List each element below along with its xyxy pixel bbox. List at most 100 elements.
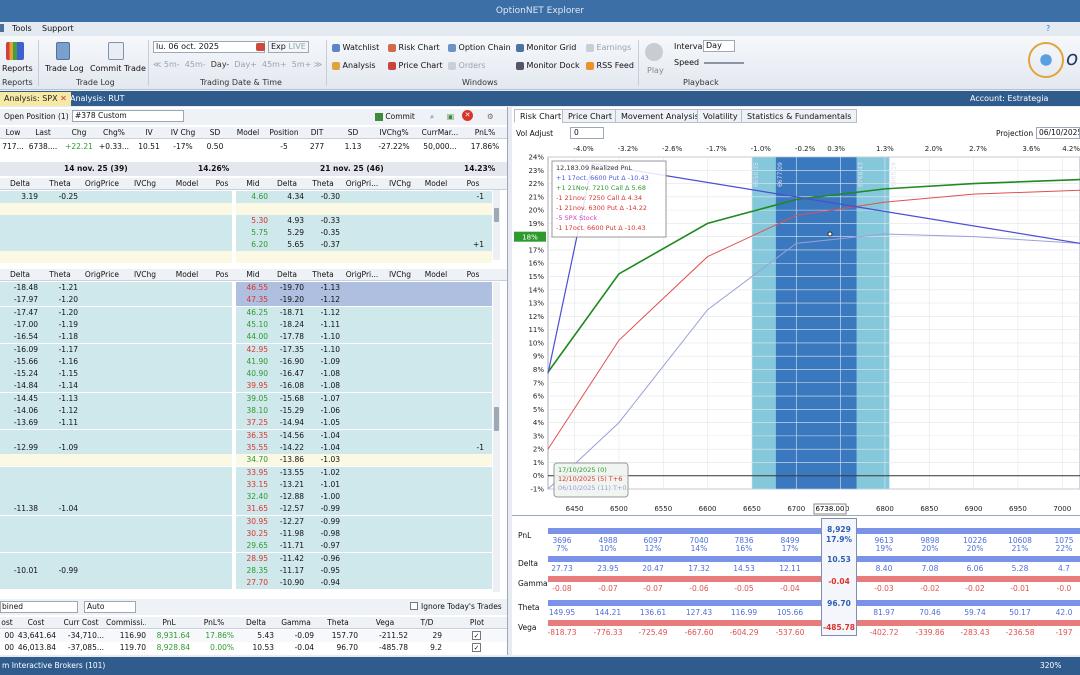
table-row: 31.65 -12.57 -0.99 [236,503,492,516]
x-tick-label: 6650 [743,505,761,513]
put-theta [42,430,78,442]
put-theta: -0.96 [320,553,340,563]
tab-volatility[interactable]: Volatility [697,109,744,123]
combined-select[interactable]: bined [0,601,78,613]
scroll-thumb[interactable] [494,407,499,431]
projection-input[interactable]: 06/10/2025 [1036,127,1080,139]
commit-button[interactable]: Commit [375,111,415,123]
step-day-back[interactable]: Day- [211,60,230,69]
tab-risk-chart[interactable]: Risk Chart [514,109,568,123]
put-delta [2,491,38,503]
step-fwd-icon[interactable]: ≫ [314,60,322,69]
reports-button[interactable]: Reports [2,64,33,73]
top-percent-label: 4.2% [1062,145,1080,153]
right-chain-header: Model [424,270,448,279]
calendar-icon[interactable] [256,43,265,51]
x-tick-label: 6850 [920,505,938,513]
scroll-thumb[interactable] [494,208,499,222]
put-delta [2,516,38,528]
put-pos [456,368,484,380]
plot-checkbox[interactable]: ✓ [472,643,481,652]
put-delta: -14.94 [279,418,304,428]
risk-chart[interactable]: 6650.35 6677.09 6768.43 6805.19 24% 23% 22% 21%… [512,141,1080,517]
auto-select[interactable]: Auto [84,601,136,613]
commit-trade-button[interactable]: Commit Trade [90,64,146,73]
trade-log-icon[interactable] [56,42,70,60]
reports-icon[interactable] [6,42,24,60]
calls-scrollbar[interactable] [493,190,500,260]
tab-price-chart[interactable]: Price Chart [562,109,619,123]
status-bar: m Interactive Brokers (101) 320% [0,657,1080,675]
step-back-icon[interactable]: ≪ [153,60,164,69]
interval-select[interactable]: Day [703,40,735,52]
menu-support[interactable]: Support [42,24,74,33]
put-mid: 45.10 [246,319,268,329]
earnings-button[interactable]: Earnings [586,43,631,52]
position-value: +22.21 [65,142,93,151]
right-chain-header: Delta [276,179,297,188]
top-percent-label: -1.0% [751,145,772,153]
option-chain-button[interactable]: Option Chain [448,43,511,52]
greek-value: 14.53 [733,564,755,573]
risk-chart-panel: Risk Chart Price Chart Movement Analysis… [512,107,1080,655]
exp-button[interactable]: Exp LIVE [268,41,309,53]
plot-checkbox[interactable]: ✓ [472,631,481,640]
export-icon[interactable]: ▣ [447,111,454,123]
tab-analysis-spx[interactable]: Analysis: SPX ✕ [0,92,71,106]
help-icon[interactable]: ? [1046,24,1050,33]
call-theta: -0.35 [320,228,340,237]
summary-cell: 43,641.64 [17,631,56,640]
monitor-grid-button[interactable]: Monitor Grid [516,43,576,52]
tab-analysis-rut[interactable]: Analysis: RUT [66,92,129,106]
y-tick-label: 9% [533,353,544,361]
speed-slider[interactable] [704,62,744,64]
step-45m-fwd[interactable]: 45m+ [262,60,287,69]
call-theta [308,251,340,263]
commit-trade-icon[interactable] [108,42,124,60]
menu-tools[interactable]: Tools [12,24,32,33]
y-tick-label: 11% [528,326,544,334]
trade-log-button[interactable]: Trade Log [45,64,84,73]
play-icon[interactable] [645,43,663,61]
table-row: 42.95 -17.35 -1.10 [236,343,492,356]
position-select[interactable]: #378 Custom [72,110,184,122]
step-45m-back[interactable]: 45m- [185,60,206,69]
put-theta: -1.05 [320,418,340,428]
put-theta: -1.13 [320,283,340,292]
tab-movement-analysis[interactable]: Movement Analysis [615,109,705,123]
table-row [0,429,232,442]
summary-header: Curr Cost [63,618,99,627]
step-5m-back[interactable]: 5m- [164,60,180,69]
exp-label: Exp [271,42,286,51]
orders-button[interactable]: Orders [448,61,485,70]
puts-scrollbar[interactable] [493,282,500,592]
tab-statistics[interactable]: Statistics & Fundamentals [741,109,858,123]
call-mid: 5.30 [251,216,268,225]
put-delta: -13.69 [13,418,38,428]
table-row: -14.45 -1.13 [0,392,232,405]
analysis-button[interactable]: Analysis [332,61,376,70]
live-label: LIVE [288,42,306,51]
price-chart-button[interactable]: Price Chart [388,61,443,70]
date-input[interactable]: lu. 06 oct. 2025 [153,41,265,53]
step-5m-fwd[interactable]: 5m+ [292,60,312,69]
summary-header: Vega [375,618,395,627]
monitor-dock-button[interactable]: Monitor Dock [516,61,580,70]
watchlist-button[interactable]: Watchlist [332,43,379,52]
settings-icon[interactable]: ⚙ [487,111,494,123]
delete-icon[interactable]: ✕ [462,110,473,121]
vol-adjust-input[interactable]: 0 [570,127,604,139]
search-icon[interactable]: ⌕ [430,111,434,123]
greek-value: 136.61 [639,608,667,617]
top-percent-label: -4.0% [573,145,594,153]
current-x-label: 6738.00 [815,505,844,513]
put-theta: -0.99 [320,504,340,514]
summary-header: Gamma [281,618,311,627]
ignore-trades-checkbox[interactable] [410,602,418,610]
greek-value: -0.06 [689,584,709,593]
step-day-fwd[interactable]: Day+ [234,60,257,69]
rss-feed-button[interactable]: RSS Feed [586,61,634,70]
risk-chart-button[interactable]: Risk Chart [388,43,440,52]
put-delta: -12.27 [279,516,304,526]
summary-cell: 0.00% [210,643,234,652]
